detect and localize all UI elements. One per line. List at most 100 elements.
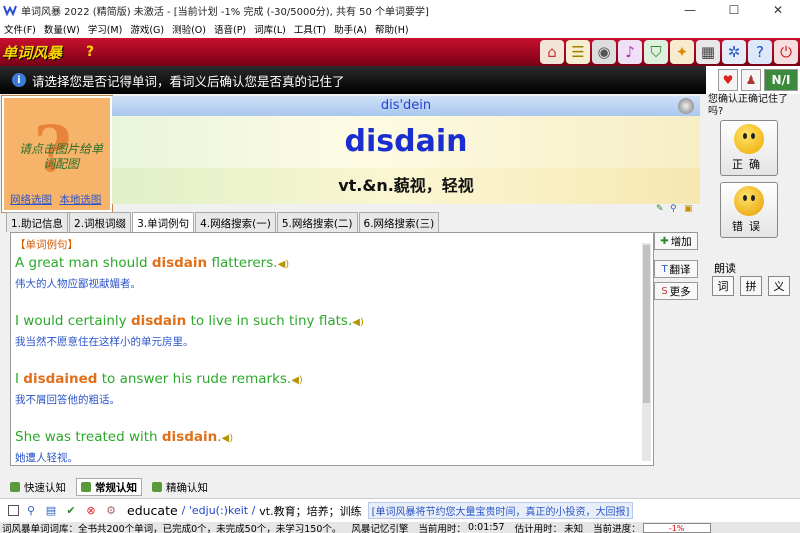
checkbox-icon[interactable] (8, 505, 19, 516)
info-icon: i (12, 73, 26, 87)
menu-test[interactable]: 测验(O) (168, 22, 210, 36)
more-button[interactable]: S 更多 (654, 282, 698, 300)
read-meaning-button[interactable]: 义 (768, 276, 790, 296)
list-icon[interactable]: ☰ (566, 40, 590, 64)
disc-icon[interactable]: ◉ (592, 40, 616, 64)
settings-icon[interactable]: ⚙ (103, 503, 119, 519)
tab-mnemonic[interactable]: 1.助记信息 (6, 212, 69, 232)
shield-icon[interactable]: ⛉ (644, 40, 668, 64)
instruction-text: 请选择您是否记得单词，看词义后确认您是否真的记住了 (32, 73, 345, 89)
home-icon[interactable]: ⌂ (540, 40, 564, 64)
word-panel: dis'dein disdain vt.&n.藐视，轻视 (112, 96, 700, 204)
menu-lexicon[interactable]: 词库(L) (250, 22, 290, 36)
sad-face-icon (734, 186, 764, 216)
example-zh: 我当然不愿意住在这样小的单元房里。 (15, 336, 194, 348)
read-label: 朗读 (714, 262, 736, 275)
help-button[interactable]: ? (86, 44, 94, 60)
wrong-button[interactable]: 错误 (720, 182, 778, 238)
prev-word: educate (127, 503, 178, 518)
delete-icon[interactable]: ⊗ (83, 503, 99, 519)
tab-web-search-1[interactable]: 4.网络搜索(一) (195, 212, 276, 232)
smile-face-icon (734, 124, 764, 154)
speaker-icon[interactable]: ◀) (278, 259, 290, 270)
music-icon[interactable]: ♪ (618, 40, 642, 64)
menu-bar: 文件(F) 数量(W) 学习(M) 游戏(G) 测验(O) 语音(P) 词库(L… (0, 20, 800, 38)
example-item: A great man should disdain flatterers.◀)… (15, 255, 289, 291)
nav-ni-button[interactable]: N/I (764, 69, 798, 91)
tools-icon[interactable]: ✲ (722, 40, 746, 64)
instruction-bar: i 请选择您是否记得单词，看词义后确认您是否真的记住了 (0, 66, 706, 94)
person-icon[interactable]: ♟ (741, 69, 761, 91)
prev-word-phonetic: / 'edju(:)keit / (181, 504, 256, 517)
speaker-icon[interactable] (678, 98, 694, 114)
correct-button[interactable]: 正确 (720, 120, 778, 176)
maximize-button[interactable]: ☐ (712, 0, 756, 20)
phonetic-row: dis'dein (112, 96, 700, 116)
estimate-label: 估计用时： (514, 523, 563, 533)
time-value: 0:01:57 (467, 522, 505, 533)
mode-tabs: 快速认知 常规认知 精确认知 (0, 478, 800, 496)
add-button[interactable]: ✚ 增加 (654, 232, 698, 250)
scrollbar-thumb[interactable] (643, 245, 650, 403)
menu-quantity[interactable]: 数量(W) (40, 22, 84, 36)
lock-icon[interactable]: ▣ (684, 204, 696, 216)
tab-web-search-2[interactable]: 5.网络搜索(二) (276, 212, 358, 232)
question-icon[interactable]: ? (748, 40, 772, 64)
edit-icon[interactable]: ✎ (656, 204, 668, 216)
example-en: I would certainly disdain to live in suc… (15, 313, 364, 329)
examples-panel: 【单词例句】 A great man should disdain flatte… (10, 232, 654, 466)
word-picture-box[interactable]: ? 请点击图片给单词配图 网络选图 本地选图 (2, 96, 112, 212)
note-icon[interactable]: ▤ (43, 503, 59, 519)
speaker-icon[interactable]: ◀) (222, 433, 234, 444)
tab-normal-mode[interactable]: 常规认知 (76, 478, 142, 496)
right-top-tools: ♥ ♟ N/I (706, 66, 800, 94)
tab-precise-mode[interactable]: 精确认知 (148, 478, 212, 496)
close-button[interactable]: ✕ (756, 0, 800, 20)
promo-banner[interactable]: [单词风暴将节约您大量宝贵时间，真正的小投资，大回报] (367, 502, 634, 519)
local-pick-link[interactable]: 本地选图 (59, 194, 101, 206)
status-engine: 风暴记忆引擎 (351, 523, 409, 533)
mode-icon (152, 482, 162, 492)
translate-button[interactable]: T 翻译 (654, 260, 698, 278)
menu-study[interactable]: 学习(M) (84, 22, 127, 36)
power-icon[interactable]: ⏻ (774, 40, 798, 64)
read-spell-button[interactable]: 拼 (740, 276, 762, 296)
translate-icon: T (661, 263, 668, 275)
menu-tools[interactable]: 工具(T) (290, 22, 330, 36)
more-icon: S (661, 285, 668, 297)
read-buttons: 词 拼 义 (712, 276, 790, 296)
heart-icon[interactable]: ♥ (718, 69, 738, 91)
example-zh: 她遭人轻视。 (15, 452, 78, 464)
menu-assistant[interactable]: 助手(A) (330, 22, 371, 36)
toolbar-icons: ⌂ ☰ ◉ ♪ ⛉ ✦ ▦ ✲ ? ⏻ (540, 40, 798, 64)
check-icon[interactable]: ✔ (63, 503, 79, 519)
read-word-button[interactable]: 词 (712, 276, 734, 296)
tab-examples[interactable]: 3.单词例句 (132, 212, 195, 232)
menu-file[interactable]: 文件(F) (0, 22, 40, 36)
runner-icon[interactable]: ✦ (670, 40, 694, 64)
confirm-question: 您确认正确记住了吗? (708, 94, 788, 117)
menu-game[interactable]: 游戏(G) (126, 22, 168, 36)
menu-help[interactable]: 帮助(H) (371, 22, 413, 36)
tab-roots[interactable]: 2.词根词缀 (69, 212, 132, 232)
current-word: disdain (344, 124, 468, 159)
search-icon[interactable]: ⚲ (23, 503, 39, 519)
mode-icon (81, 482, 91, 492)
brand-logo: 单词风暴 (2, 43, 63, 62)
zoom-icon[interactable]: ⚲ (670, 204, 682, 216)
minimize-button[interactable]: — (668, 0, 712, 20)
menu-voice[interactable]: 语音(P) (210, 22, 250, 36)
net-pick-link[interactable]: 网络选图 (10, 194, 52, 206)
vertical-scrollbar[interactable] (642, 243, 651, 461)
film-icon[interactable]: ▦ (696, 40, 720, 64)
title-bar: 单词风暴 2022 (精简版) 未激活 - [当前计划 -1% 完成 (-30/… (0, 0, 800, 20)
bottom-bar: ⚲ ▤ ✔ ⊗ ⚙ educate / 'edju(:)keit / vt.教育… (0, 498, 800, 522)
speaker-icon[interactable]: ◀) (352, 317, 364, 328)
speaker-icon[interactable]: ◀) (291, 375, 303, 386)
word-definition: vt.&n.藐视，轻视 (338, 176, 474, 195)
tab-web-search-3[interactable]: 6.网络搜索(三) (358, 212, 440, 232)
example-zh: 伟大的人物应鄙视献媚者。 (15, 278, 141, 290)
progress-label: 当前进度： (593, 523, 641, 533)
tab-quick-mode[interactable]: 快速认知 (6, 478, 70, 496)
info-tabs: 1.助记信息 2.词根词缀 3.单词例句 4.网络搜索(一) 5.网络搜索(二)… (6, 212, 440, 232)
